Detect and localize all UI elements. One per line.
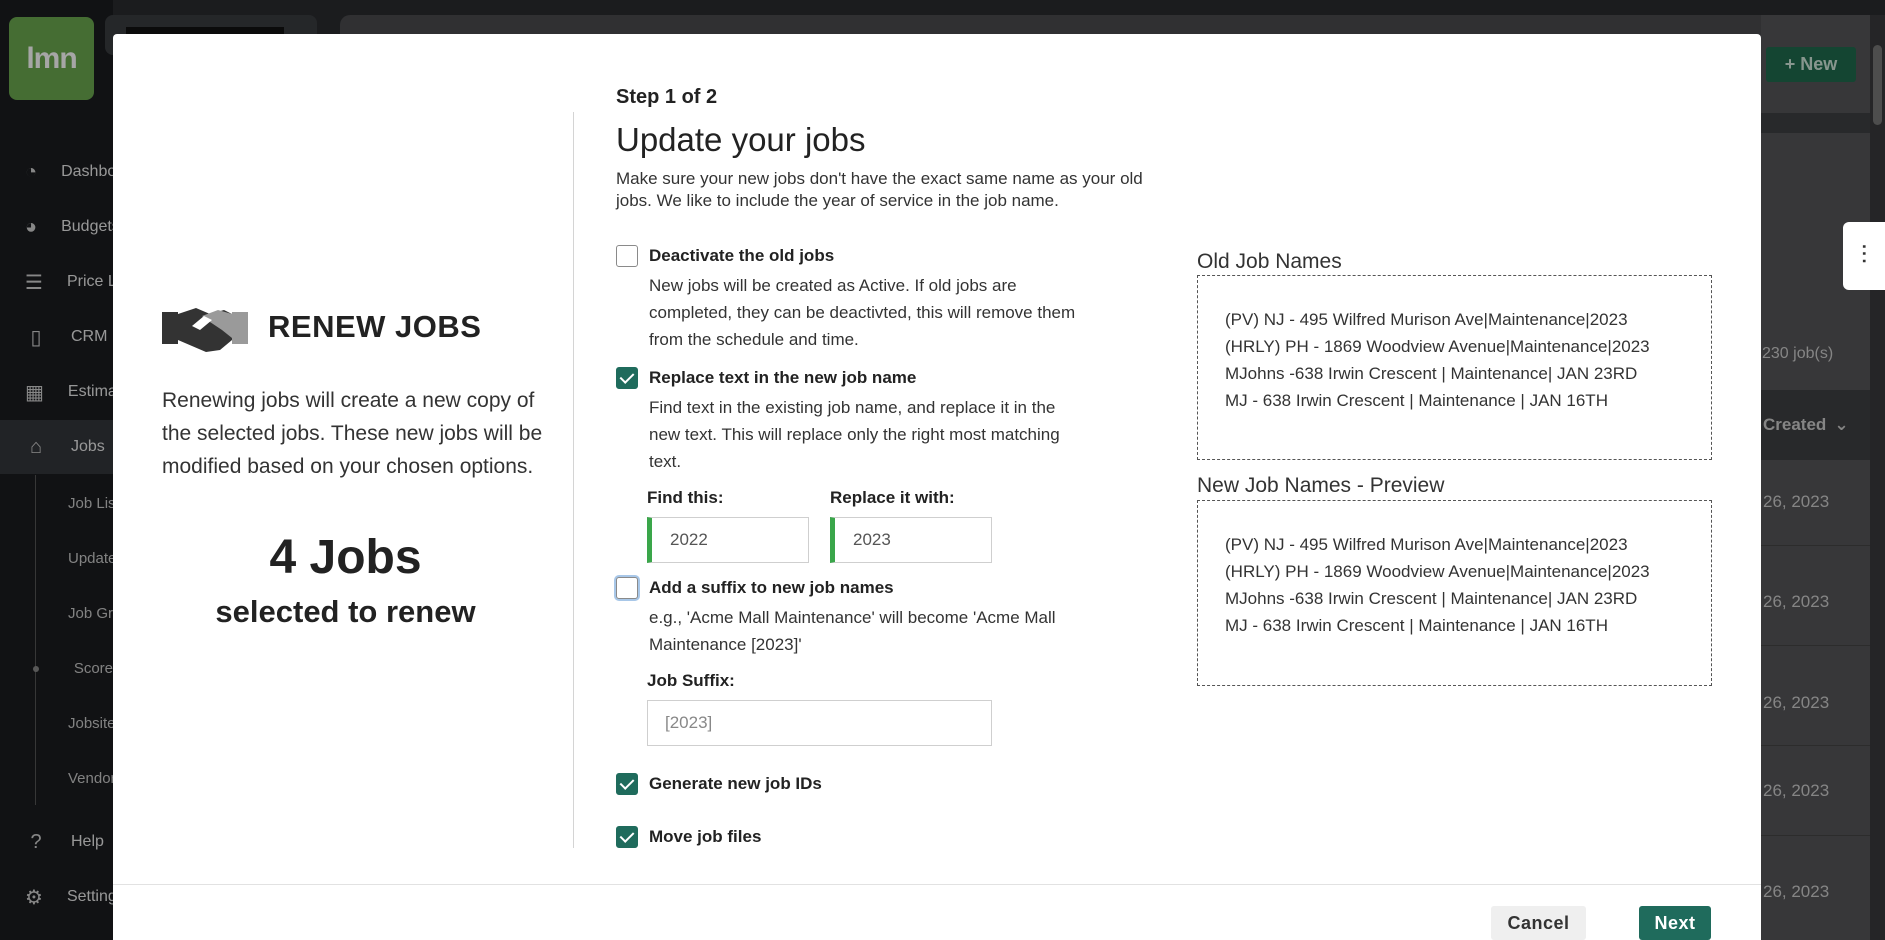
option-description: e.g., 'Acme Mall Maintenance' will becom…	[649, 608, 1056, 654]
footer-divider	[113, 884, 1761, 885]
move-files-checkbox[interactable]	[616, 826, 638, 848]
list-item: MJ - 638 Irwin Crescent | Maintenance | …	[1225, 616, 1608, 635]
deactivate-checkbox[interactable]	[616, 245, 638, 267]
option-label: Generate new job IDs	[649, 774, 822, 793]
old-names-title: Old Job Names	[1197, 250, 1342, 273]
option-description: Find text in the existing job name, and …	[649, 398, 1060, 471]
handshake-icon	[162, 308, 248, 352]
pane-divider	[573, 112, 574, 848]
next-button[interactable]: Next	[1639, 906, 1711, 940]
renew-summary-pane: RENEW JOBS Renewing jobs will create a n…	[113, 34, 573, 884]
list-item: (HRLY) PH - 1869 Woodview Avenue|Mainten…	[1225, 562, 1650, 581]
step-indicator: Step 1 of 2	[616, 86, 718, 108]
generate-ids-checkbox[interactable]	[616, 773, 638, 795]
cancel-button[interactable]: Cancel	[1491, 906, 1586, 940]
selected-count-caption: selected to renew	[215, 594, 476, 629]
list-item: (HRLY) PH - 1869 Woodview Avenue|Mainten…	[1225, 337, 1650, 356]
suffix-checkbox[interactable]	[616, 577, 638, 599]
replace-input[interactable]: 2023	[830, 517, 992, 563]
filter-sliders-icon[interactable]: ⫶	[1843, 222, 1885, 290]
option-label: Move job files	[649, 827, 762, 846]
list-item: (PV) NJ - 495 Wilfred Murison Ave|Mainte…	[1225, 535, 1628, 554]
suffix-input[interactable]: [2023]	[647, 700, 992, 746]
replace-text-checkbox[interactable]	[616, 367, 638, 389]
page-title: Update your jobs	[616, 121, 866, 158]
renew-jobs-modal: RENEW JOBS Renewing jobs will create a n…	[113, 34, 1761, 940]
list-item: MJohns -638 Irwin Crescent | Maintenance…	[1225, 589, 1638, 608]
option-label: Deactivate the old jobs	[649, 246, 835, 265]
selected-count: 4 Jobs	[269, 531, 422, 584]
renew-title: RENEW JOBS	[268, 309, 482, 344]
page-subtitle: Make sure your new jobs don't have the e…	[616, 169, 1143, 210]
new-names-box: (PV) NJ - 495 Wilfred Murison Ave|Mainte…	[1197, 500, 1712, 686]
renew-hero: RENEW JOBS	[162, 300, 481, 354]
option-label: Replace text in the new job name	[649, 368, 917, 387]
renew-description: Renewing jobs will create a new copy of …	[162, 389, 543, 478]
find-label: Find this:	[647, 488, 724, 507]
option-label: Add a suffix to new job names	[649, 578, 894, 597]
find-input[interactable]: 2022	[647, 517, 809, 563]
replace-label: Replace it with:	[830, 488, 955, 507]
list-item: MJohns -638 Irwin Crescent | Maintenance…	[1225, 364, 1638, 383]
old-names-box: (PV) NJ - 495 Wilfred Murison Ave|Mainte…	[1197, 275, 1712, 460]
option-description: New jobs will be created as Active. If o…	[649, 276, 1076, 349]
list-item: MJ - 638 Irwin Crescent | Maintenance | …	[1225, 391, 1608, 410]
suffix-label: Job Suffix:	[647, 671, 735, 690]
list-item: (PV) NJ - 495 Wilfred Murison Ave|Mainte…	[1225, 310, 1628, 329]
new-names-title: New Job Names - Preview	[1197, 474, 1445, 497]
